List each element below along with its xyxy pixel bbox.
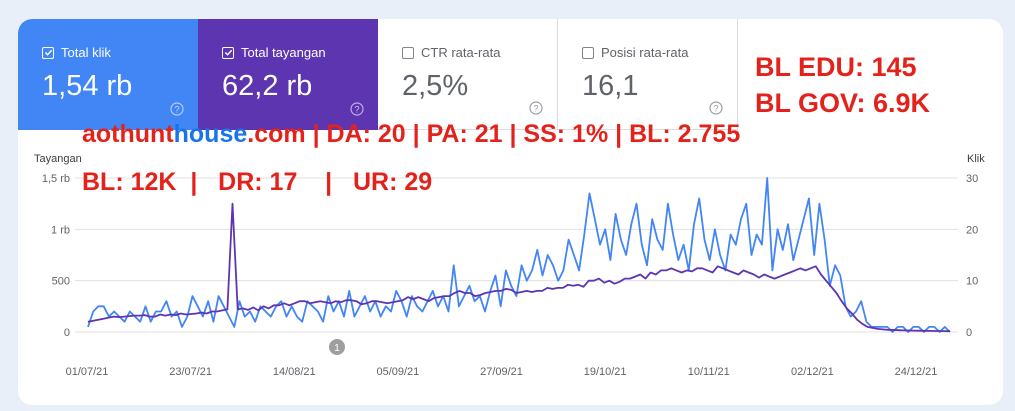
left-axis-title: Tayangan — [34, 153, 82, 165]
x-tick-label: 10/11/21 — [688, 366, 730, 378]
impressions-series-line — [87, 202, 951, 333]
right-tick-label: 20 — [966, 224, 978, 236]
x-tick-label: 23/07/21 — [169, 366, 212, 378]
x-tick-label: 05/09/21 — [376, 366, 419, 378]
x-tick-label: 02/12/21 — [791, 366, 834, 378]
domain-part-2: house — [173, 120, 248, 148]
domain-stats-annotation: aothunthouse.com | DA: 20 | PA: 21 | SS:… — [82, 120, 740, 149]
rating-stats-annotation: BL: 12K | DR: 17 | UR: 29 — [82, 168, 433, 196]
left-tick-label: 500 — [52, 276, 70, 288]
left-tick-label: 1 rb — [51, 224, 70, 236]
x-tick-label: 01/07/21 — [66, 366, 109, 378]
x-tick-label: 24/12/21 — [895, 366, 938, 378]
domain-stats: | DA: 20 | PA: 21 | SS: 1% | BL: 2.755 — [305, 120, 741, 148]
performance-chart: 1,5 rb 30 1 rb 20 500 10 0 0 01/07/21 23/07/21 14/… — [42, 173, 978, 378]
x-tick-label: 14/08/21 — [273, 366, 316, 378]
right-tick-label: 30 — [966, 173, 978, 185]
right-tick-label: 10 — [966, 276, 978, 288]
left-tick-label: 1,5 rb — [42, 173, 70, 185]
right-tick-label: 0 — [966, 327, 972, 339]
domain-part-3: .com — [247, 120, 306, 148]
domain-part-1: aothunt — [82, 120, 174, 148]
annotation-marker-label: 1 — [334, 343, 340, 354]
x-tick-label: 27/09/21 — [480, 366, 523, 378]
left-tick-label: 0 — [64, 327, 70, 339]
right-axis-title: Klik — [967, 153, 985, 165]
clicks-series-line — [87, 177, 951, 333]
x-tick-label: 19/10/21 — [584, 366, 627, 378]
